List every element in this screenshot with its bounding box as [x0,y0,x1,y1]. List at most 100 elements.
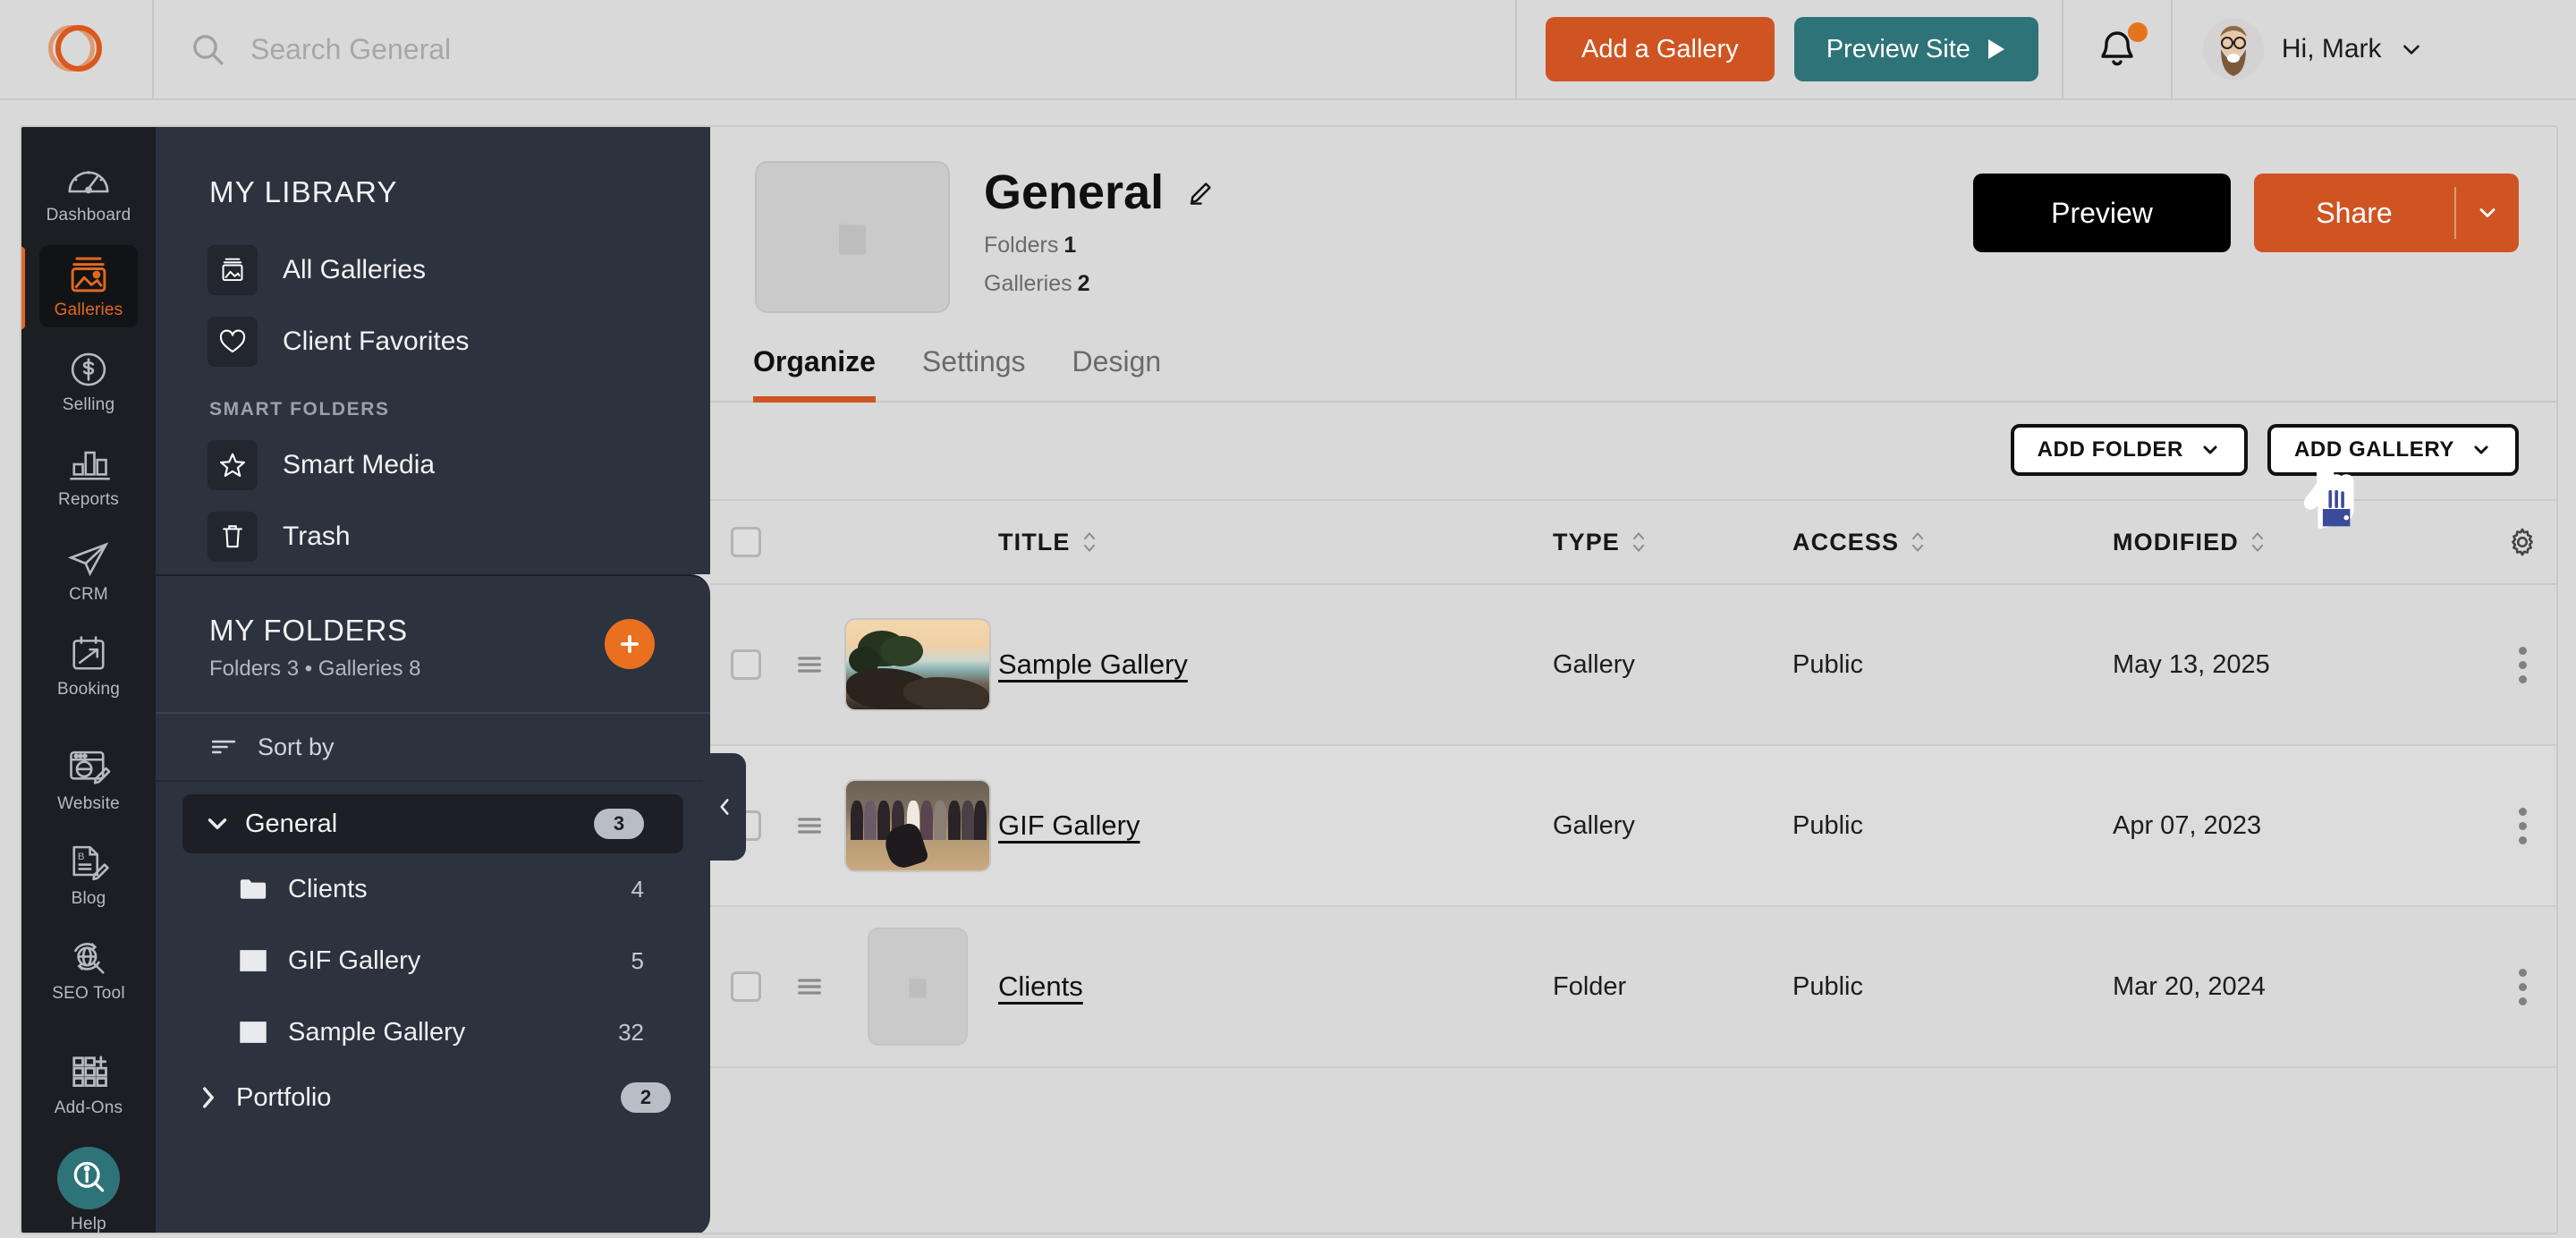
sidebar-item-galleries[interactable]: Galleries [21,245,138,329]
tab-design[interactable]: Design [1072,345,1162,403]
sidebar-item-booking[interactable]: Booking [39,624,138,707]
tab-organize[interactable]: Organize [753,345,876,403]
sort-by-label: Sort by [258,733,335,760]
avatar [2202,19,2264,80]
add-a-gallery-button[interactable]: Add a Gallery [1546,17,1775,81]
row-title-link[interactable]: Clients [998,971,1083,1002]
dollar-circle-icon [71,352,106,386]
collapse-panel-button[interactable] [703,753,746,861]
row-title-link[interactable]: Sample Gallery [998,649,1188,680]
sort-by-control[interactable]: Sort by [156,714,710,782]
select-all-checkbox[interactable] [731,527,761,557]
row-more-menu[interactable] [2518,968,2527,1005]
gear-icon[interactable] [2506,526,2538,558]
folder-tree-child-sample-gallery[interactable]: Sample Gallery 32 [156,996,710,1068]
beach-photo-thumbnail [846,620,989,709]
folder-count-stat: Folders 1 [984,233,1217,259]
drag-handle-icon[interactable] [794,974,825,999]
folders-stat-value: 1 [1063,233,1077,258]
browser-pencil-icon [70,750,111,784]
sidebar-item-crm[interactable]: CRM [39,530,138,612]
bar-chart-icon [70,451,111,480]
folder-tree-child-count: 32 [618,1018,644,1046]
folder-tree-child-gif-gallery[interactable]: GIF Gallery 5 [156,925,710,996]
document-pencil-icon: B [72,845,109,881]
column-header-title[interactable]: TITLE [998,529,1553,556]
library-item-trash[interactable]: Trash [156,501,710,572]
share-dropdown-toggle[interactable] [2456,200,2519,225]
row-more-menu[interactable] [2518,646,2527,683]
sidebar-item-dashboard[interactable]: Dashboard [39,150,138,233]
row-more-menu[interactable] [2518,807,2527,844]
folders-stat-label: Folders [984,233,1059,258]
folder-tree-row-general[interactable]: General 3 [182,794,683,853]
folder-tree-child-clients[interactable]: Clients 4 [156,853,710,925]
photo-stack-icon [71,257,106,293]
folder-icon [839,219,866,255]
chevron-left-icon [720,799,729,815]
drag-handle-icon[interactable] [794,652,825,677]
share-button[interactable]: Share [2254,174,2519,252]
add-folder-button[interactable]: ADD FOLDER [2010,424,2248,476]
row-thumbnail[interactable] [844,618,991,711]
notifications-button[interactable] [2061,0,2173,99]
chevron-down-icon [2474,445,2488,454]
logo-ring-inner [55,25,102,72]
row-checkbox[interactable] [731,649,761,680]
folder-icon [240,879,267,899]
edit-title-button[interactable] [1187,176,1217,209]
drag-handle-icon[interactable] [794,813,825,838]
sidebar-item-reports[interactable]: Reports [39,435,138,517]
sidebar-item-help[interactable]: Help [39,1138,138,1233]
add-gallery-button[interactable]: ADD GALLERY [2267,424,2519,476]
folder-tree-row-portfolio[interactable]: Portfolio 2 [156,1068,710,1127]
library-item-all-galleries[interactable]: All Galleries [156,234,710,306]
info-search-icon [73,1161,105,1192]
library-item-smart-media[interactable]: Smart Media [156,429,710,501]
search-icon [193,35,224,65]
folder-tree-badge: 2 [621,1082,671,1113]
chevron-down-icon [208,818,227,829]
tab-settings[interactable]: Settings [922,345,1026,403]
row-modified: Apr 07, 2023 [2113,810,2262,840]
svg-text:B: B [78,852,85,862]
sidebar-item-seo-tool[interactable]: SEO Tool [39,928,138,1011]
chevron-down-icon [2402,45,2419,55]
star-icon [208,440,258,490]
table-header-row: TITLE TYPE ACCESS MODIFIED [710,499,2556,585]
table-row[interactable]: Clients Folder Public Mar 20, 2024 [710,907,2556,1068]
my-folders-header: MY FOLDERS Folders 3 • Galleries 8 [156,576,710,682]
column-header-access-label: ACCESS [1792,528,1900,555]
folder-cover-thumbnail[interactable] [755,161,950,313]
column-header-type[interactable]: TYPE [1553,529,1792,556]
sidebar-item-blog[interactable]: B Blog [39,834,138,916]
preview-button[interactable]: Preview [1973,174,2231,252]
column-header-access[interactable]: ACCESS [1792,529,2113,556]
column-header-modified[interactable]: MODIFIED [2113,529,2488,556]
sort-arrows-icon [2251,532,2263,552]
page-title: General [984,165,1165,219]
sidebar-item-label: Reports [58,490,119,509]
user-greeting: Hi, Mark [2281,34,2382,64]
library-item-client-favorites[interactable]: Client Favorites [156,306,710,377]
sidebar-item-selling[interactable]: Selling [39,340,138,422]
search-input[interactable] [250,32,1055,66]
preview-site-button[interactable]: Preview Site [1793,17,2038,81]
row-title-link[interactable]: GIF Gallery [998,810,1140,841]
table-row[interactable]: Sample Gallery Gallery Public May 13, 20… [710,585,2556,746]
sidebar-item-add-ons[interactable]: Add-Ons [39,1043,138,1125]
sidebar-item-website[interactable]: Website [39,739,138,821]
row-type: Gallery [1553,649,1635,679]
add-folder-plus-button[interactable] [605,619,655,669]
app-logo[interactable] [0,0,154,99]
row-checkbox[interactable] [731,971,761,1002]
sidebar-item-label: Galleries [54,301,123,319]
column-header-modified-label: MODIFIED [2113,528,2239,555]
global-search[interactable] [154,0,1517,99]
table-row[interactable]: GIF Gallery Gallery Public Apr 07, 2023 [710,746,2556,907]
row-thumbnail[interactable] [844,779,991,872]
grid-plus-icon [72,1056,107,1088]
user-menu[interactable]: Hi, Mark [2173,19,2423,80]
sidebar-item-label: Website [57,794,120,813]
row-thumbnail[interactable] [868,928,968,1046]
